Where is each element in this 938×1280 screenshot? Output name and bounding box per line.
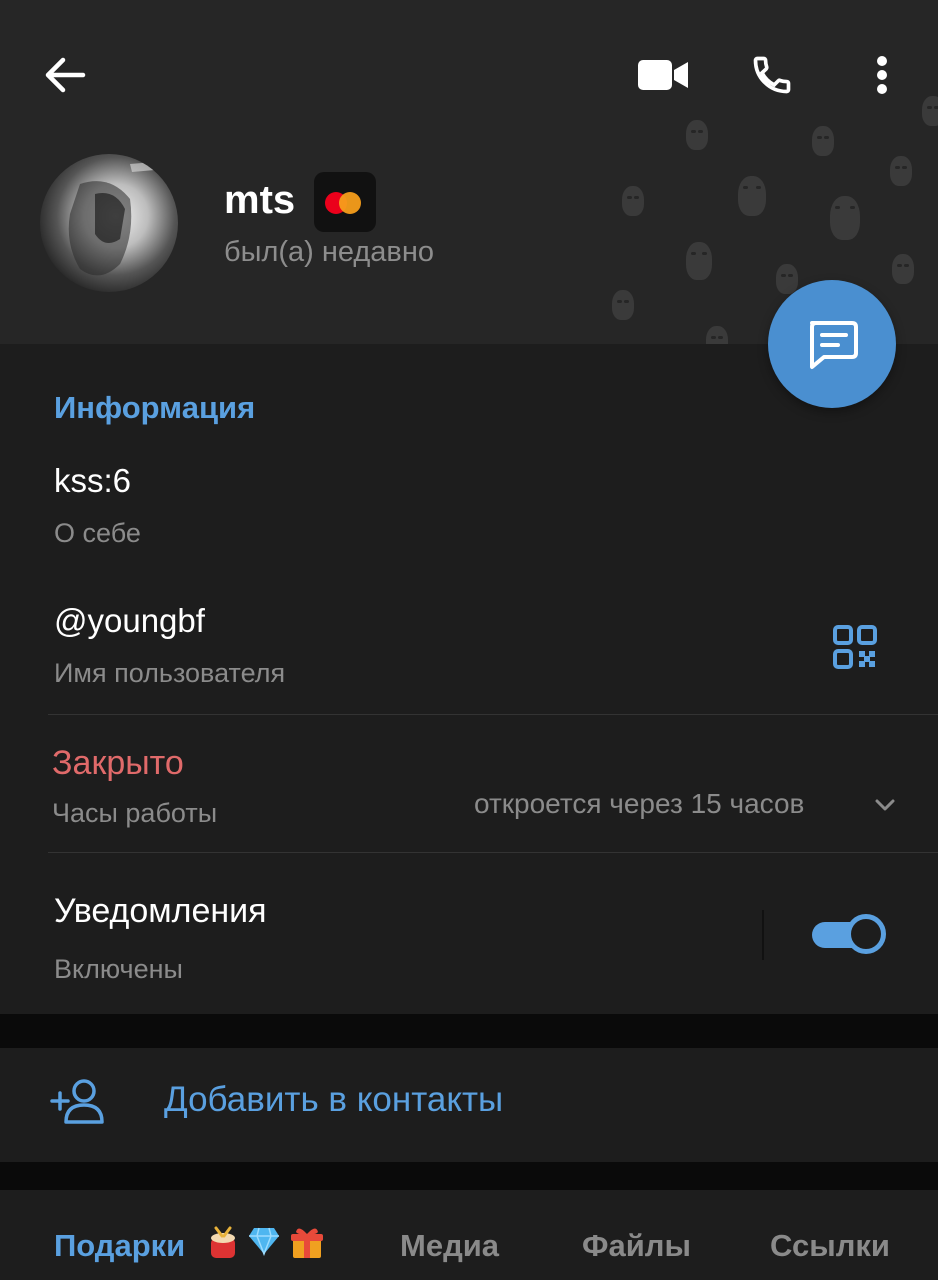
tab-files[interactable]: Файлы [582, 1228, 691, 1264]
qr-code-icon [833, 625, 877, 669]
chevron-down-icon [875, 799, 895, 811]
profile-name: mts [224, 178, 296, 222]
back-button[interactable] [38, 50, 92, 100]
phone-icon [753, 56, 791, 94]
username-value[interactable]: @youngbf [54, 602, 205, 640]
mastercard-icon [314, 172, 376, 232]
vertical-separator [762, 910, 764, 960]
notifications-state: Включены [54, 954, 183, 984]
hours-label: Часы работы [52, 798, 218, 828]
call-button[interactable] [746, 50, 798, 100]
last-seen-status: был(а) недавно [224, 236, 434, 268]
username-label: Имя пользователя [54, 658, 286, 688]
divider [48, 714, 938, 715]
message-icon [810, 321, 858, 369]
section-title-info: Информация [54, 390, 256, 425]
message-fab[interactable] [768, 280, 896, 408]
notifications-toggle[interactable] [810, 912, 886, 956]
drum-icon [208, 1226, 238, 1260]
avatar-photo [68, 160, 178, 276]
bio-label: О себе [54, 518, 141, 548]
tab-media[interactable]: Медиа [400, 1228, 499, 1264]
avatar[interactable] [40, 154, 178, 292]
qr-code-button[interactable] [826, 618, 884, 676]
gift-icon [290, 1226, 323, 1260]
video-call-button[interactable] [634, 52, 692, 98]
add-contact-label[interactable]: Добавить в контакты [164, 1080, 503, 1120]
expand-hours-button[interactable] [872, 792, 898, 818]
divider [48, 852, 938, 853]
bio-value[interactable]: kss:6 [54, 462, 131, 500]
tab-links[interactable]: Ссылки [770, 1228, 890, 1264]
more-vertical-icon [877, 56, 887, 94]
add-contact-icon-wrap [46, 1076, 108, 1126]
tab-gifts[interactable]: Подарки [54, 1228, 185, 1264]
hours-detail[interactable]: откроется через 15 часов [474, 788, 804, 820]
arrow-left-icon [45, 57, 86, 93]
add-user-icon [50, 1079, 104, 1124]
section-gap [0, 1014, 938, 1048]
more-button[interactable] [866, 52, 898, 98]
notifications-title[interactable]: Уведомления [54, 892, 267, 931]
video-camera-icon [638, 60, 688, 90]
gem-icon [248, 1226, 279, 1260]
section-gap [0, 1162, 938, 1190]
hours-status[interactable]: Закрыто [52, 744, 184, 783]
